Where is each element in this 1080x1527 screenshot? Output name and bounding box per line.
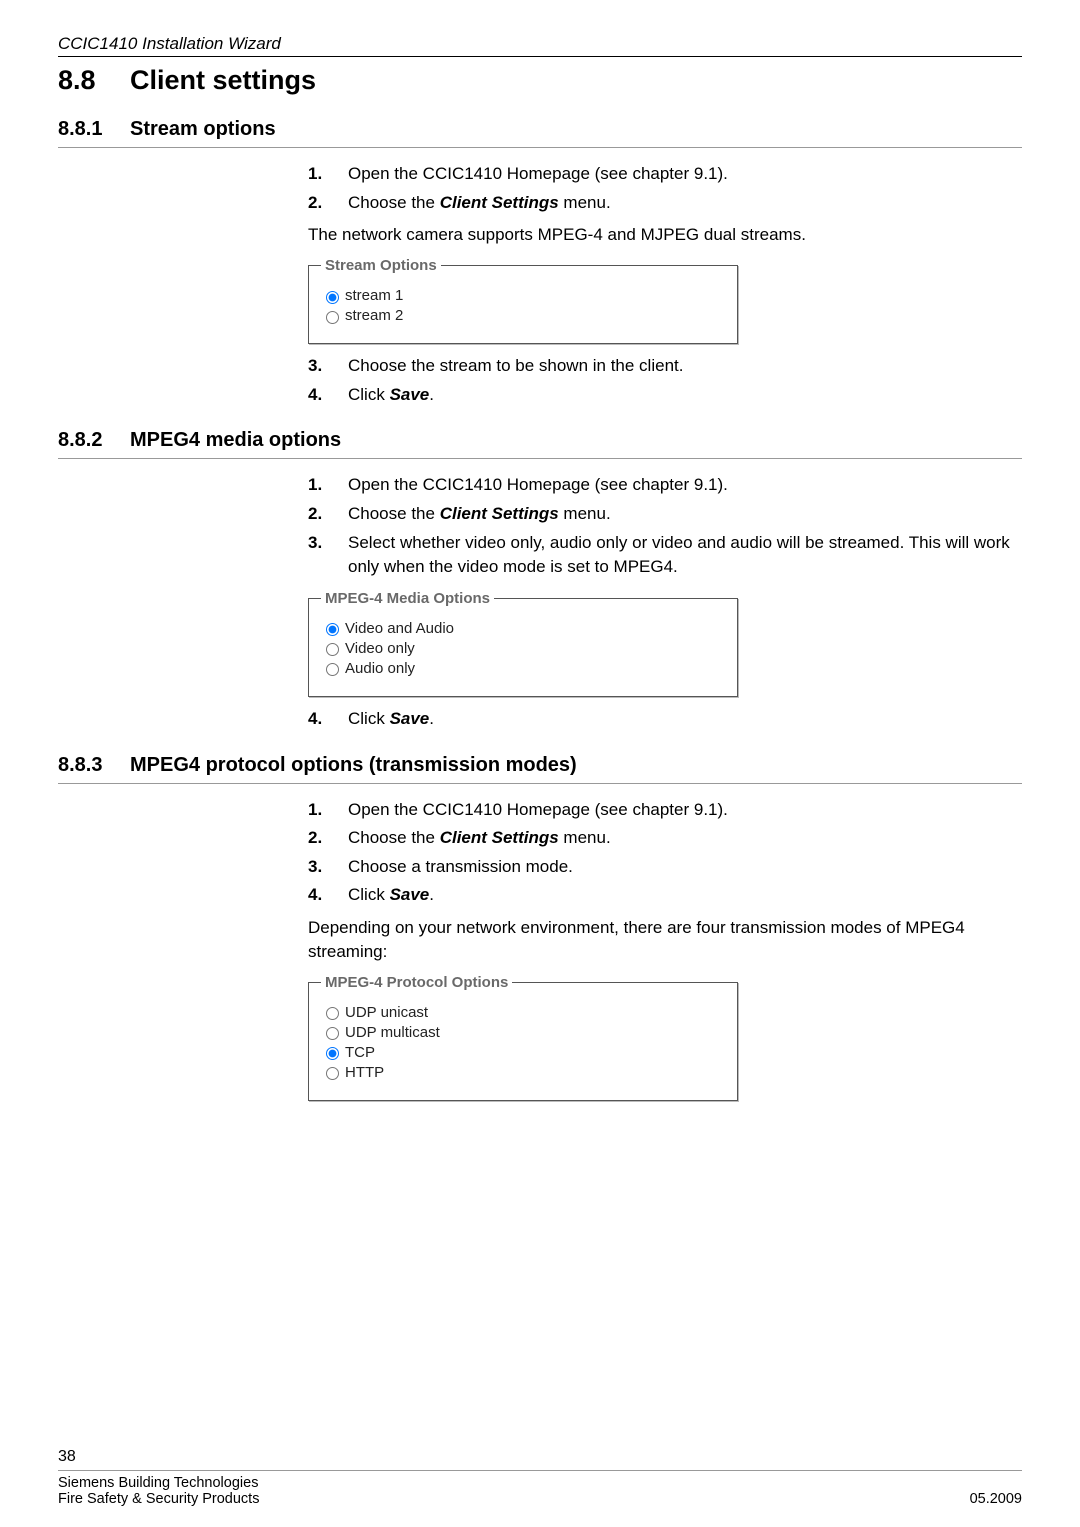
- radio-stream1[interactable]: stream 1: [321, 287, 725, 304]
- radio-label: Video and Audio: [345, 620, 454, 637]
- radio-label: Video only: [345, 640, 415, 657]
- step-text: Open the CCIC1410 Homepage (see chapter …: [348, 473, 1018, 498]
- step-list: 4.Click Save.: [308, 707, 1022, 732]
- step-number: 4.: [308, 883, 348, 908]
- subsection-heading-882: 8.8.2MPEG4 media options: [58, 429, 1022, 452]
- step-text: Click Save.: [348, 883, 1018, 908]
- step-text: Choose a transmission mode.: [348, 855, 1018, 880]
- step-number: 3.: [308, 531, 348, 556]
- radio-audio-only[interactable]: Audio only: [321, 660, 725, 677]
- fieldset-legend: Stream Options: [321, 257, 441, 274]
- radio-label: Audio only: [345, 660, 415, 677]
- footer-org2: Fire Safety & Security Products: [58, 1491, 259, 1507]
- step-number: 2.: [308, 502, 348, 527]
- step-number: 4.: [308, 383, 348, 408]
- radio-udp-multicast[interactable]: UDP multicast: [321, 1024, 725, 1041]
- step-text: Choose the Client Settings menu.: [348, 826, 1018, 851]
- step-text: Open the CCIC1410 Homepage (see chapter …: [348, 162, 1018, 187]
- note-text: The network camera supports MPEG-4 and M…: [308, 223, 1022, 247]
- step-number: 2.: [308, 826, 348, 851]
- footer-date: 05.2009: [970, 1491, 1022, 1507]
- step-number: 1.: [308, 798, 348, 823]
- radio-input[interactable]: [326, 1007, 339, 1020]
- radio-input[interactable]: [326, 1067, 339, 1080]
- radio-tcp[interactable]: TCP: [321, 1044, 725, 1061]
- radio-udp-unicast[interactable]: UDP unicast: [321, 1004, 725, 1021]
- step-text: Choose the Client Settings menu.: [348, 502, 1018, 527]
- header-rule: [58, 56, 1022, 57]
- step-list: 1.Open the CCIC1410 Homepage (see chapte…: [308, 473, 1022, 580]
- running-header: CCIC1410 Installation Wizard: [58, 34, 1022, 54]
- subsection-rule: [58, 783, 1022, 784]
- step-list: 1.Open the CCIC1410 Homepage (see chapte…: [308, 162, 1022, 215]
- step-text: Choose the Client Settings menu.: [348, 191, 1018, 216]
- step-number: 4.: [308, 707, 348, 732]
- radio-input[interactable]: [326, 311, 339, 324]
- radio-stream2[interactable]: stream 2: [321, 307, 725, 324]
- radio-input[interactable]: [326, 643, 339, 656]
- radio-label: stream 2: [345, 307, 403, 324]
- radio-input[interactable]: [326, 623, 339, 636]
- mpeg4-media-options-panel: MPEG-4 Media Options Video and Audio Vid…: [308, 590, 738, 697]
- subsection-title: MPEG4 protocol options (transmission mod…: [130, 754, 577, 776]
- radio-label: UDP unicast: [345, 1004, 428, 1021]
- radio-input[interactable]: [326, 291, 339, 304]
- section-title: Client settings: [130, 65, 316, 95]
- subsection-number: 8.8.2: [58, 429, 130, 452]
- subsection-number: 8.8.3: [58, 754, 130, 777]
- fieldset-legend: MPEG-4 Media Options: [321, 590, 494, 607]
- radio-label: UDP multicast: [345, 1024, 440, 1041]
- step-list: 3.Choose the stream to be shown in the c…: [308, 354, 1022, 407]
- radio-video-only[interactable]: Video only: [321, 640, 725, 657]
- step-number: 2.: [308, 191, 348, 216]
- subsection-heading-883: 8.8.3MPEG4 protocol options (transmissio…: [58, 754, 1022, 777]
- mpeg4-protocol-options-panel: MPEG-4 Protocol Options UDP unicast UDP …: [308, 974, 738, 1101]
- step-list: 1.Open the CCIC1410 Homepage (see chapte…: [308, 798, 1022, 909]
- radio-input[interactable]: [326, 1047, 339, 1060]
- section-number: 8.8: [58, 65, 130, 96]
- radio-video-audio[interactable]: Video and Audio: [321, 620, 725, 637]
- footer-rule: [58, 1470, 1022, 1471]
- step-text: Open the CCIC1410 Homepage (see chapter …: [348, 798, 1018, 823]
- subsection-title: Stream options: [130, 118, 276, 140]
- radio-label: HTTP: [345, 1064, 384, 1081]
- subsection-number: 8.8.1: [58, 118, 130, 141]
- page-number: 38: [58, 1448, 1022, 1466]
- step-text: Choose the stream to be shown in the cli…: [348, 354, 1018, 379]
- radio-input[interactable]: [326, 663, 339, 676]
- radio-label: TCP: [345, 1044, 375, 1061]
- radio-input[interactable]: [326, 1027, 339, 1040]
- step-text: Click Save.: [348, 383, 1018, 408]
- subsection-rule: [58, 147, 1022, 148]
- fieldset-legend: MPEG-4 Protocol Options: [321, 974, 512, 991]
- step-text: Click Save.: [348, 707, 1018, 732]
- radio-label: stream 1: [345, 287, 403, 304]
- page-footer: 38 Siemens Building Technologies Fire Sa…: [58, 1448, 1022, 1507]
- step-text: Select whether video only, audio only or…: [348, 531, 1018, 580]
- step-number: 1.: [308, 162, 348, 187]
- subsection-heading-881: 8.8.1Stream options: [58, 118, 1022, 141]
- step-number: 3.: [308, 855, 348, 880]
- note-text: Depending on your network environment, t…: [308, 916, 1022, 964]
- step-number: 1.: [308, 473, 348, 498]
- section-heading: 8.8Client settings: [58, 65, 1022, 96]
- stream-options-panel: Stream Options stream 1 stream 2: [308, 257, 738, 344]
- footer-org1: Siemens Building Technologies: [58, 1475, 258, 1491]
- radio-http[interactable]: HTTP: [321, 1064, 725, 1081]
- subsection-rule: [58, 458, 1022, 459]
- subsection-title: MPEG4 media options: [130, 429, 341, 451]
- step-number: 3.: [308, 354, 348, 379]
